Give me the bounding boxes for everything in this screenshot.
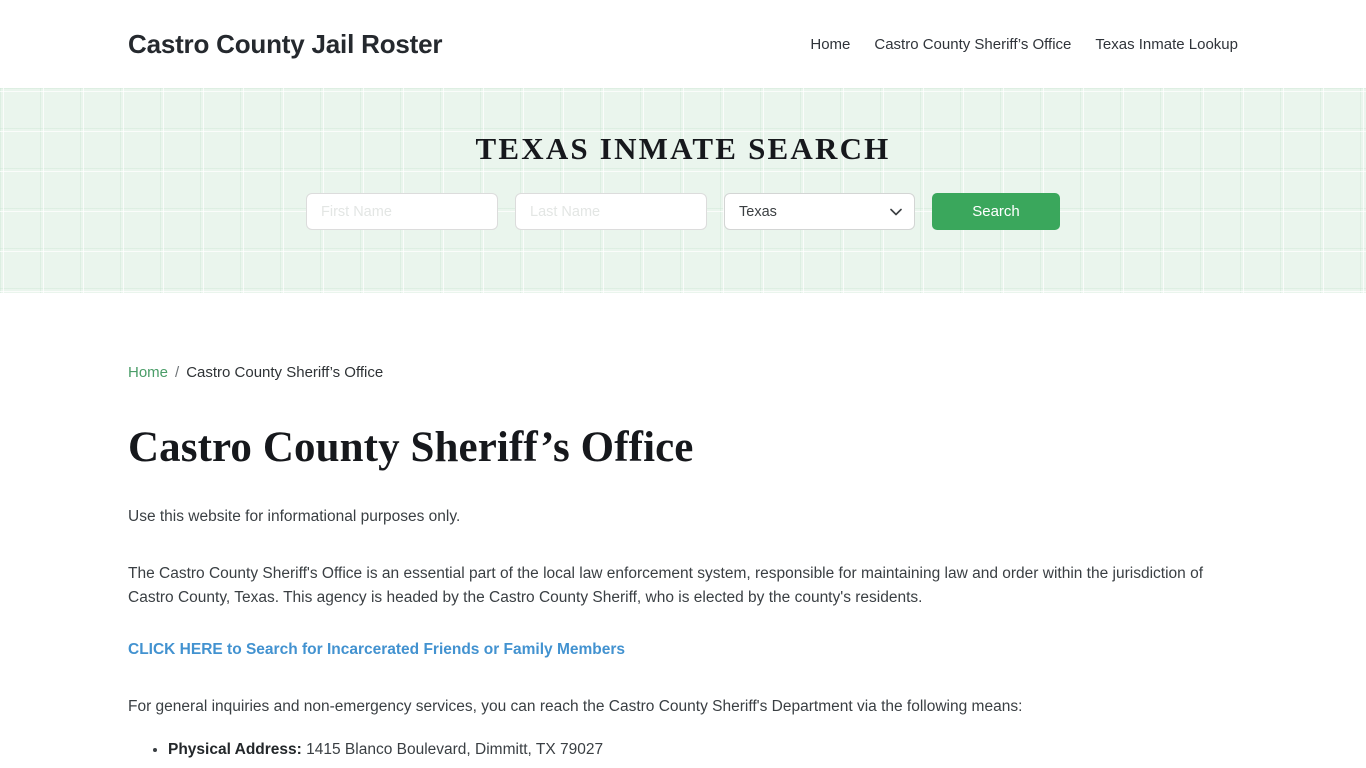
hero-search-section: TEXAS INMATE SEARCH Texas Search <box>0 88 1366 293</box>
breadcrumb-item-home[interactable]: Home <box>128 365 168 380</box>
page-title: Castro County Sheriff’s Office <box>128 424 694 471</box>
contact-label: Physical Address: <box>168 741 302 759</box>
contact-value: 1415 Blanco Boulevard, Dimmitt, TX 79027 <box>306 741 604 759</box>
list-item: Phone Number: (806) 647-3311 <box>168 763 1238 768</box>
nav-item-home[interactable]: Home <box>810 37 850 52</box>
site-header: Castro County Jail Roster Home Castro Co… <box>0 0 1366 88</box>
site-brand-logo[interactable]: Castro County Jail Roster <box>128 29 442 60</box>
state-select[interactable]: Texas <box>724 193 915 231</box>
first-name-input[interactable] <box>306 193 498 231</box>
state-select-wrapper: Texas <box>724 193 915 231</box>
breadcrumb: Home / Castro County Sheriff’s Office <box>128 365 1238 380</box>
breadcrumb-separator: / <box>175 364 180 381</box>
search-button[interactable]: Search <box>932 193 1060 231</box>
last-name-input[interactable] <box>515 193 707 231</box>
description-paragraph: The Castro County Sheriff's Office is an… <box>128 565 1203 607</box>
hero-title: TEXAS INMATE SEARCH <box>475 131 891 166</box>
contact-details-list: Physical Address: 1415 Blanco Boulevard,… <box>128 737 1238 768</box>
breadcrumb-item-current: Castro County Sheriff’s Office <box>186 364 384 381</box>
intro-paragraph: Use this website for informational purpo… <box>128 508 461 526</box>
inmate-search-cta-link[interactable]: CLICK HERE to Search for Incarcerated Fr… <box>128 638 1238 662</box>
contact-intro-paragraph: For general inquiries and non-emergency … <box>128 698 1023 716</box>
list-item: Physical Address: 1415 Blanco Boulevard,… <box>168 737 1238 763</box>
nav-item-castro-county-sheriffs-office[interactable]: Castro County Sheriff’s Office <box>874 37 1071 52</box>
main-navigation: Home Castro County Sheriff’s Office Texa… <box>810 37 1238 52</box>
inmate-search-form: Texas Search <box>306 193 1060 231</box>
main-content: Home / Castro County Sheriff’s Office Ca… <box>0 365 1366 768</box>
nav-item-texas-inmate-lookup[interactable]: Texas Inmate Lookup <box>1095 37 1238 52</box>
